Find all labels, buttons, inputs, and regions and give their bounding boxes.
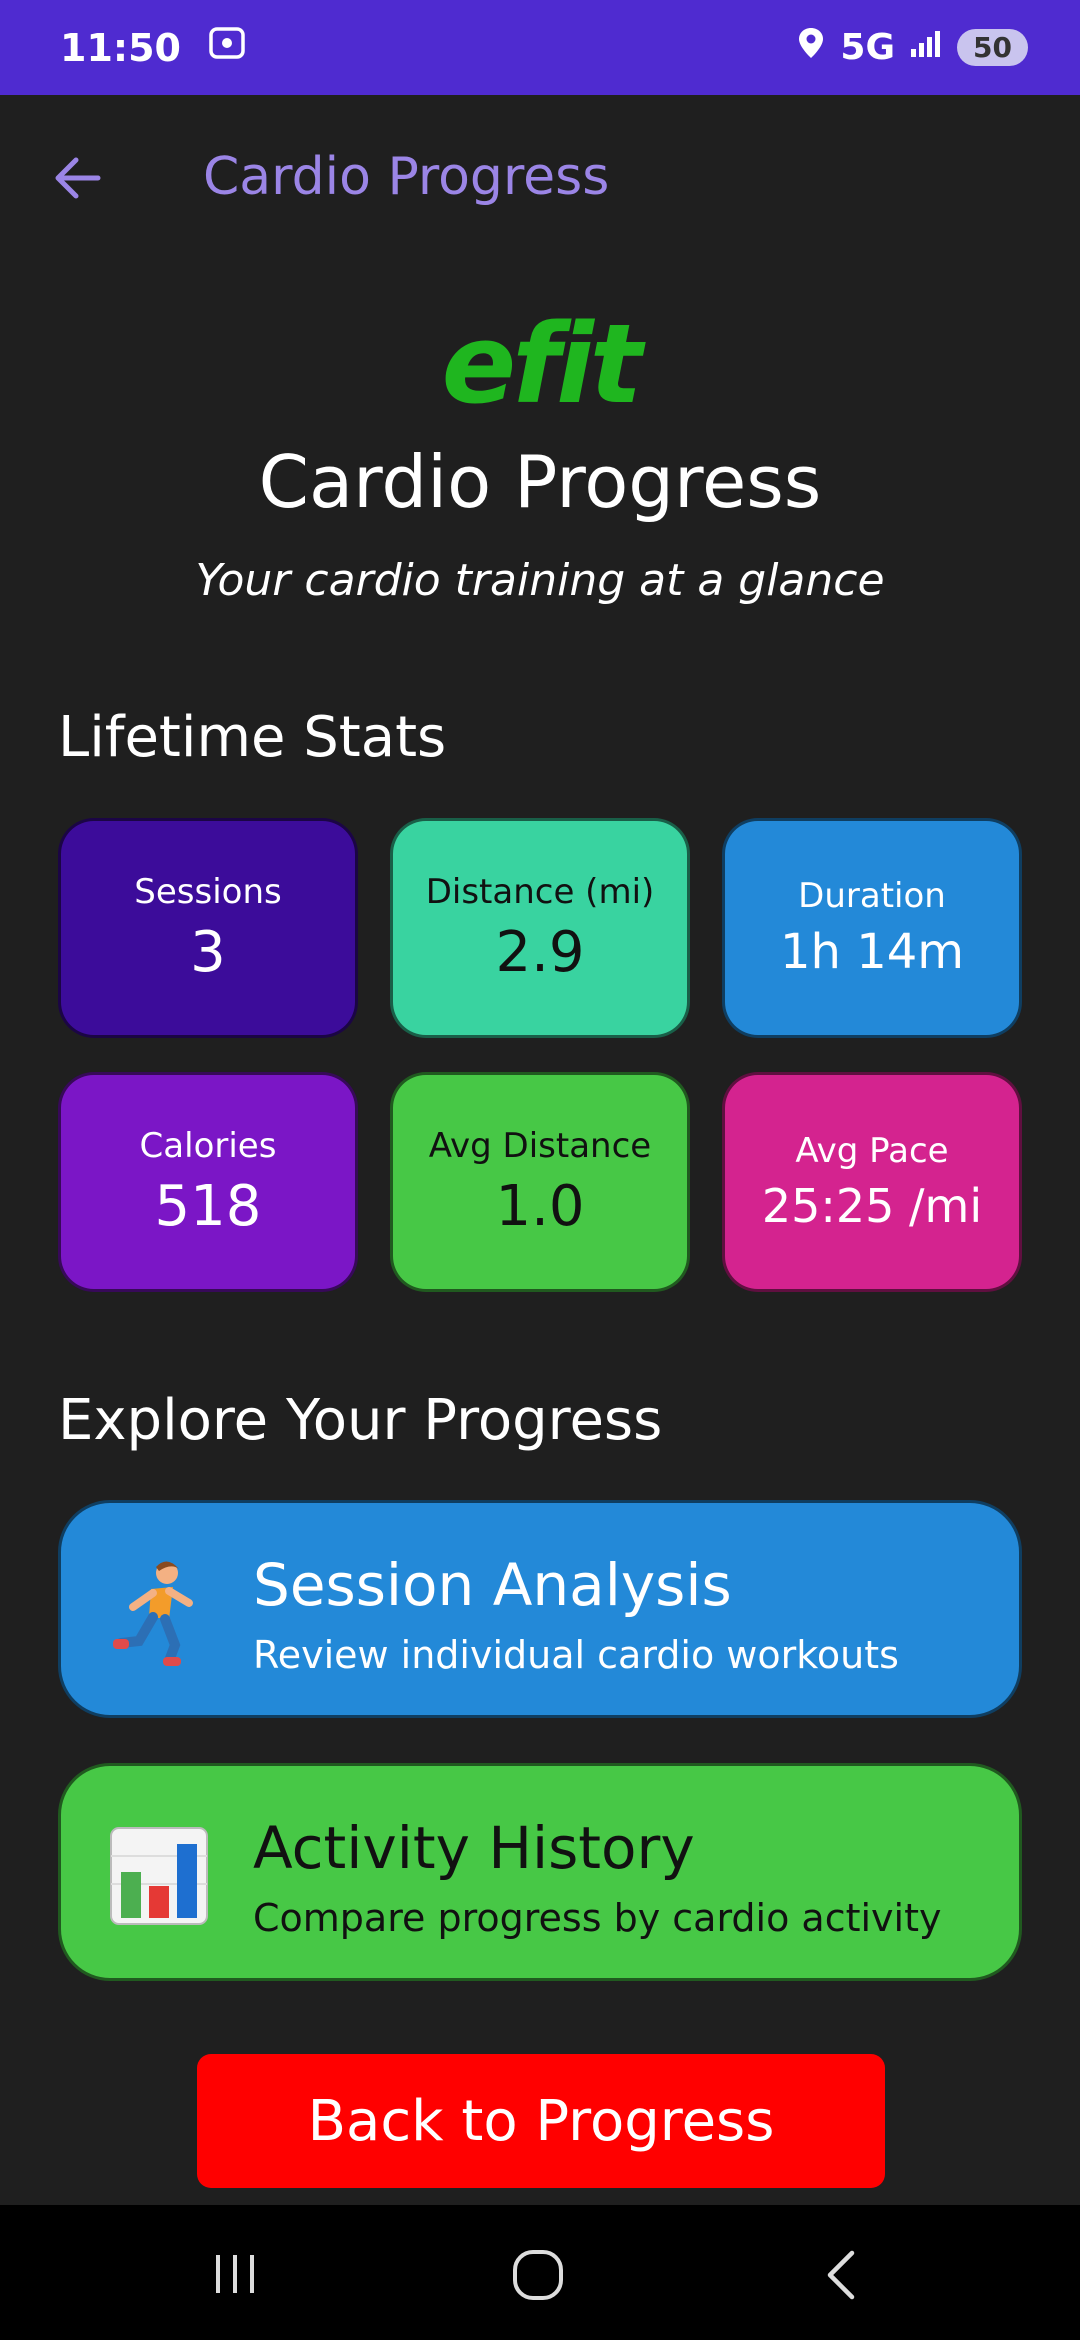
explore-heading: Explore Your Progress [58,1388,663,1453]
battery-indicator: 50 [957,29,1028,66]
stat-label: Avg Pace [795,1131,949,1171]
bar-chart-icon [109,1820,209,1930]
stat-label: Avg Distance [428,1125,652,1166]
stat-card-avg-pace: Avg Pace 25:25 /mi [722,1072,1022,1292]
stat-label: Sessions [134,871,282,912]
stat-card-avg-distance: Avg Distance 1.0 [390,1072,690,1292]
stat-value: 25:25 /mi [761,1179,983,1233]
card-title: Activity History [253,1814,695,1882]
nav-back-icon[interactable] [820,2247,860,2307]
back-arrow-icon[interactable] [50,151,104,205]
stat-card-sessions: Sessions 3 [58,818,358,1038]
home-icon[interactable] [510,2247,566,2307]
stat-label: Calories [139,1125,277,1166]
app-bar: Cardio Progress [0,95,1080,255]
location-icon [796,26,826,69]
stat-label: Distance (mi) [425,871,655,912]
lifetime-stats-heading: Lifetime Stats [58,705,447,770]
app-bar-title: Cardio Progress [203,147,610,207]
network-type: 5G [840,27,896,68]
stat-card-duration: Duration 1h 14m [722,818,1022,1038]
system-nav-bar [0,2205,1080,2340]
status-time: 11:50 [60,25,181,70]
page-title: Cardio Progress [258,440,822,524]
stat-value: 518 [154,1173,262,1239]
stat-value: 1.0 [495,1173,585,1239]
card-subtitle: Compare progress by cardio activity [253,1896,942,1940]
status-bar: 11:50 5G 50 [0,0,1080,95]
efit-logo: efit [441,300,643,428]
activity-history-card[interactable]: Activity History Compare progress by car… [58,1763,1022,1981]
back-to-progress-button[interactable]: Back to Progress [197,2054,885,2188]
recent-apps-icon[interactable] [210,2249,260,2303]
stat-label: Duration [798,876,946,916]
session-analysis-card[interactable]: Session Analysis Review individual cardi… [58,1500,1022,1718]
stat-card-distance: Distance (mi) 2.9 [390,818,690,1038]
stat-card-calories: Calories 518 [58,1072,358,1292]
signal-icon [909,27,943,68]
stat-value: 3 [190,919,226,985]
page-subtitle: Your cardio training at a glance [195,555,885,606]
screenshot-icon [207,23,247,72]
runner-icon [109,1557,209,1667]
stat-value: 2.9 [495,919,585,985]
stat-value: 1h 14m [779,924,965,980]
card-title: Session Analysis [253,1551,732,1619]
card-subtitle: Review individual cardio workouts [253,1633,899,1677]
